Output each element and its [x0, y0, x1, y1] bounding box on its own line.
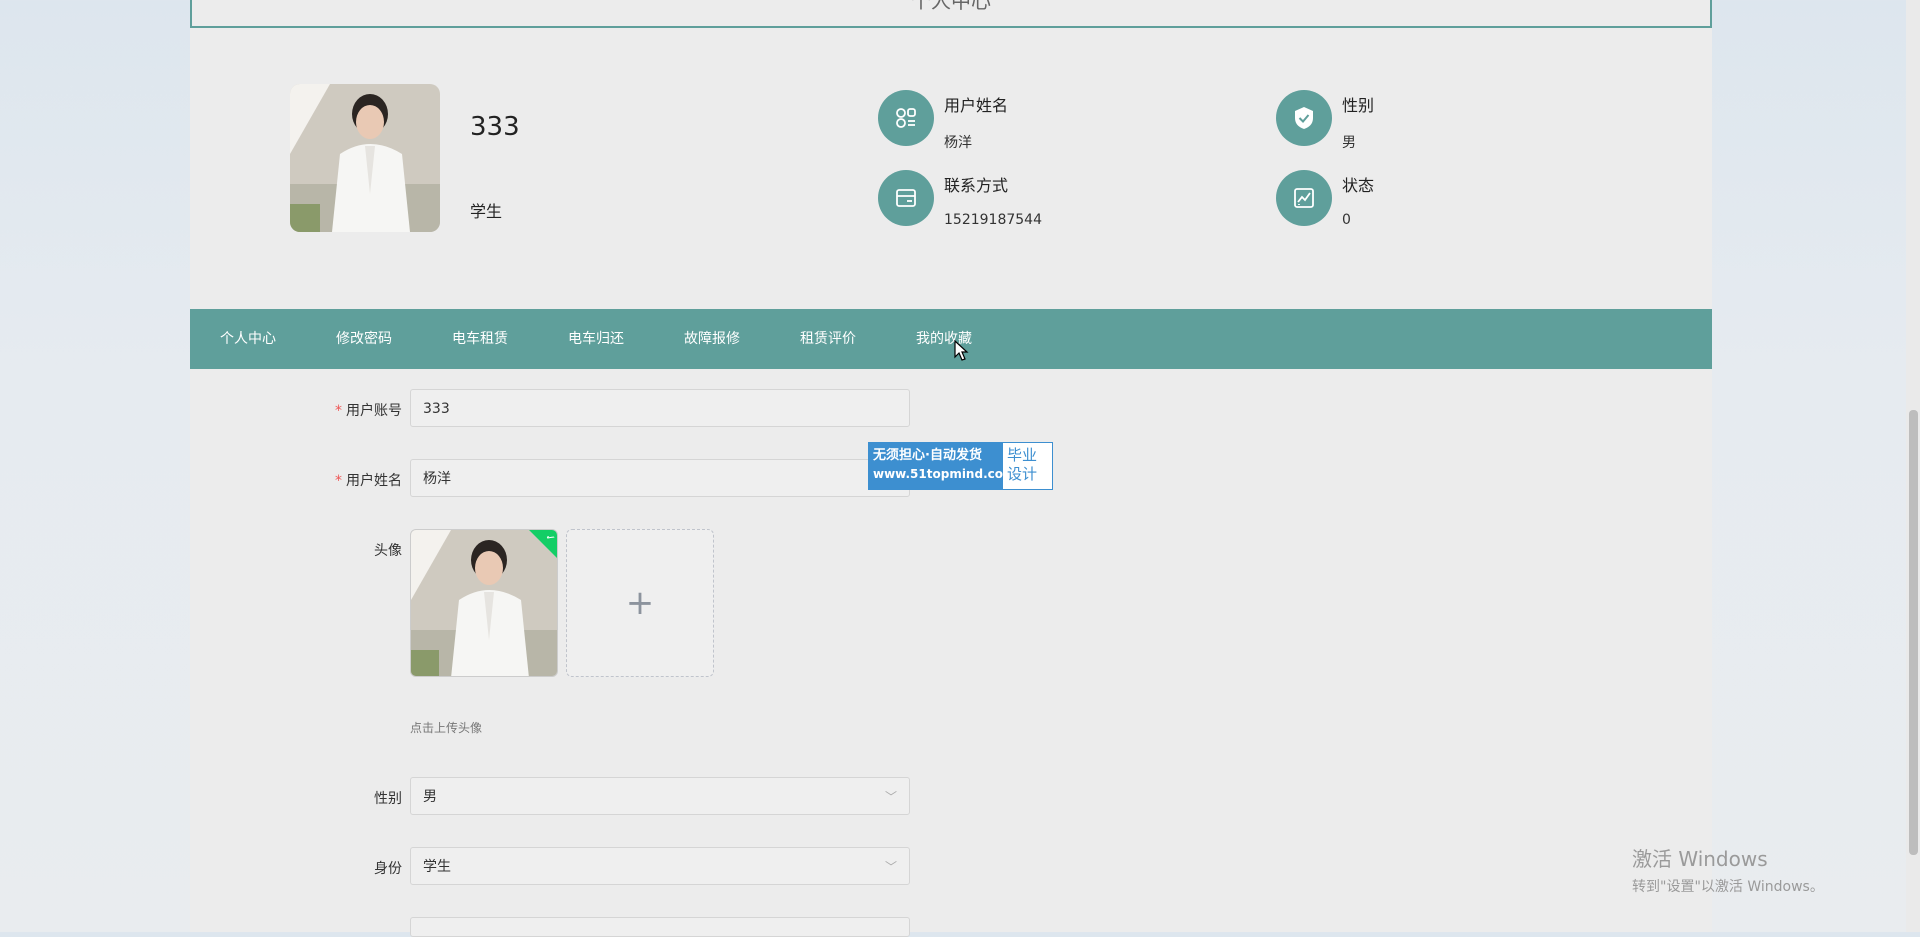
windows-activation-watermark: 激活 Windows 转到"设置"以激活 Windows。: [1632, 847, 1824, 895]
account-input[interactable]: 333: [410, 389, 910, 427]
name-input[interactable]: 杨洋: [410, 459, 910, 497]
shield-icon: [1276, 90, 1332, 146]
info-value: 15219187544: [944, 212, 1042, 228]
info-label: 联系方式: [944, 176, 1009, 195]
next-input[interactable]: [410, 917, 910, 937]
nav-item-return[interactable]: 电车归还: [568, 309, 624, 369]
profile-avatar: [290, 84, 440, 232]
wallet-icon: [878, 170, 934, 226]
page-title: 个人中心: [911, 0, 991, 13]
info-contact: 联系方式 15219187544: [878, 170, 1198, 240]
chevron-down-icon: ﹀: [884, 790, 897, 804]
grid-icon: [878, 90, 934, 146]
identity-select[interactable]: 学生 ﹀: [410, 847, 910, 885]
info-value: 0: [1342, 212, 1351, 228]
name-label: * 用户姓名: [335, 473, 402, 489]
upload-add-button[interactable]: +: [566, 529, 714, 677]
mouse-cursor-icon: [954, 340, 969, 361]
avatar-label: 头像: [374, 543, 402, 559]
nav-bar: 个人中心 修改密码 电车租赁 电车归还 故障报修 租赁评价 我的收藏: [190, 309, 1712, 369]
profile-card: 333 学生 用户姓名 杨洋 性别 男 联系方式 15219187544 状态 …: [190, 30, 1712, 290]
info-label: 性别: [1342, 96, 1375, 115]
nav-item-rental[interactable]: 电车租赁: [452, 309, 508, 369]
profile-username: 333: [470, 112, 520, 142]
info-name: 用户姓名 杨洋: [878, 90, 1198, 160]
nav-item-review[interactable]: 租赁评价: [800, 309, 856, 369]
info-label: 状态: [1342, 176, 1375, 195]
nav-item-repair[interactable]: 故障报修: [684, 309, 740, 369]
ad-left: 无须担心·自动发货 www.51topmind.com: [869, 443, 1016, 489]
chevron-down-icon: ﹀: [884, 860, 897, 874]
account-label: * 用户账号: [335, 403, 402, 419]
plus-icon: +: [625, 583, 655, 623]
avatar-hint: 点击上传头像: [410, 721, 483, 735]
info-status: 状态 0: [1276, 170, 1596, 240]
scrollbar-thumb[interactable]: [1909, 410, 1918, 855]
profile-role: 学生: [470, 202, 503, 221]
info-label: 用户姓名: [944, 96, 1009, 115]
scrollbar[interactable]: [1906, 0, 1920, 932]
nav-item-personal-center[interactable]: 个人中心: [220, 309, 276, 369]
nav-item-change-password[interactable]: 修改密码: [336, 309, 392, 369]
info-gender: 性别 男: [1276, 90, 1596, 160]
info-value: 男: [1342, 135, 1356, 151]
info-value: 杨洋: [944, 135, 972, 151]
ad-banner[interactable]: 无须担心·自动发货 www.51topmind.com 毕业 设计: [868, 442, 1053, 490]
chart-icon: [1276, 170, 1332, 226]
ad-right: 毕业 设计: [1007, 446, 1038, 483]
avatar-thumbnail[interactable]: ✓: [410, 529, 558, 677]
identity-label: 身份: [374, 861, 402, 877]
gender-label: 性别: [374, 791, 402, 807]
page-title-bar: 个人中心: [190, 0, 1712, 28]
gender-select[interactable]: 男 ﹀: [410, 777, 910, 815]
